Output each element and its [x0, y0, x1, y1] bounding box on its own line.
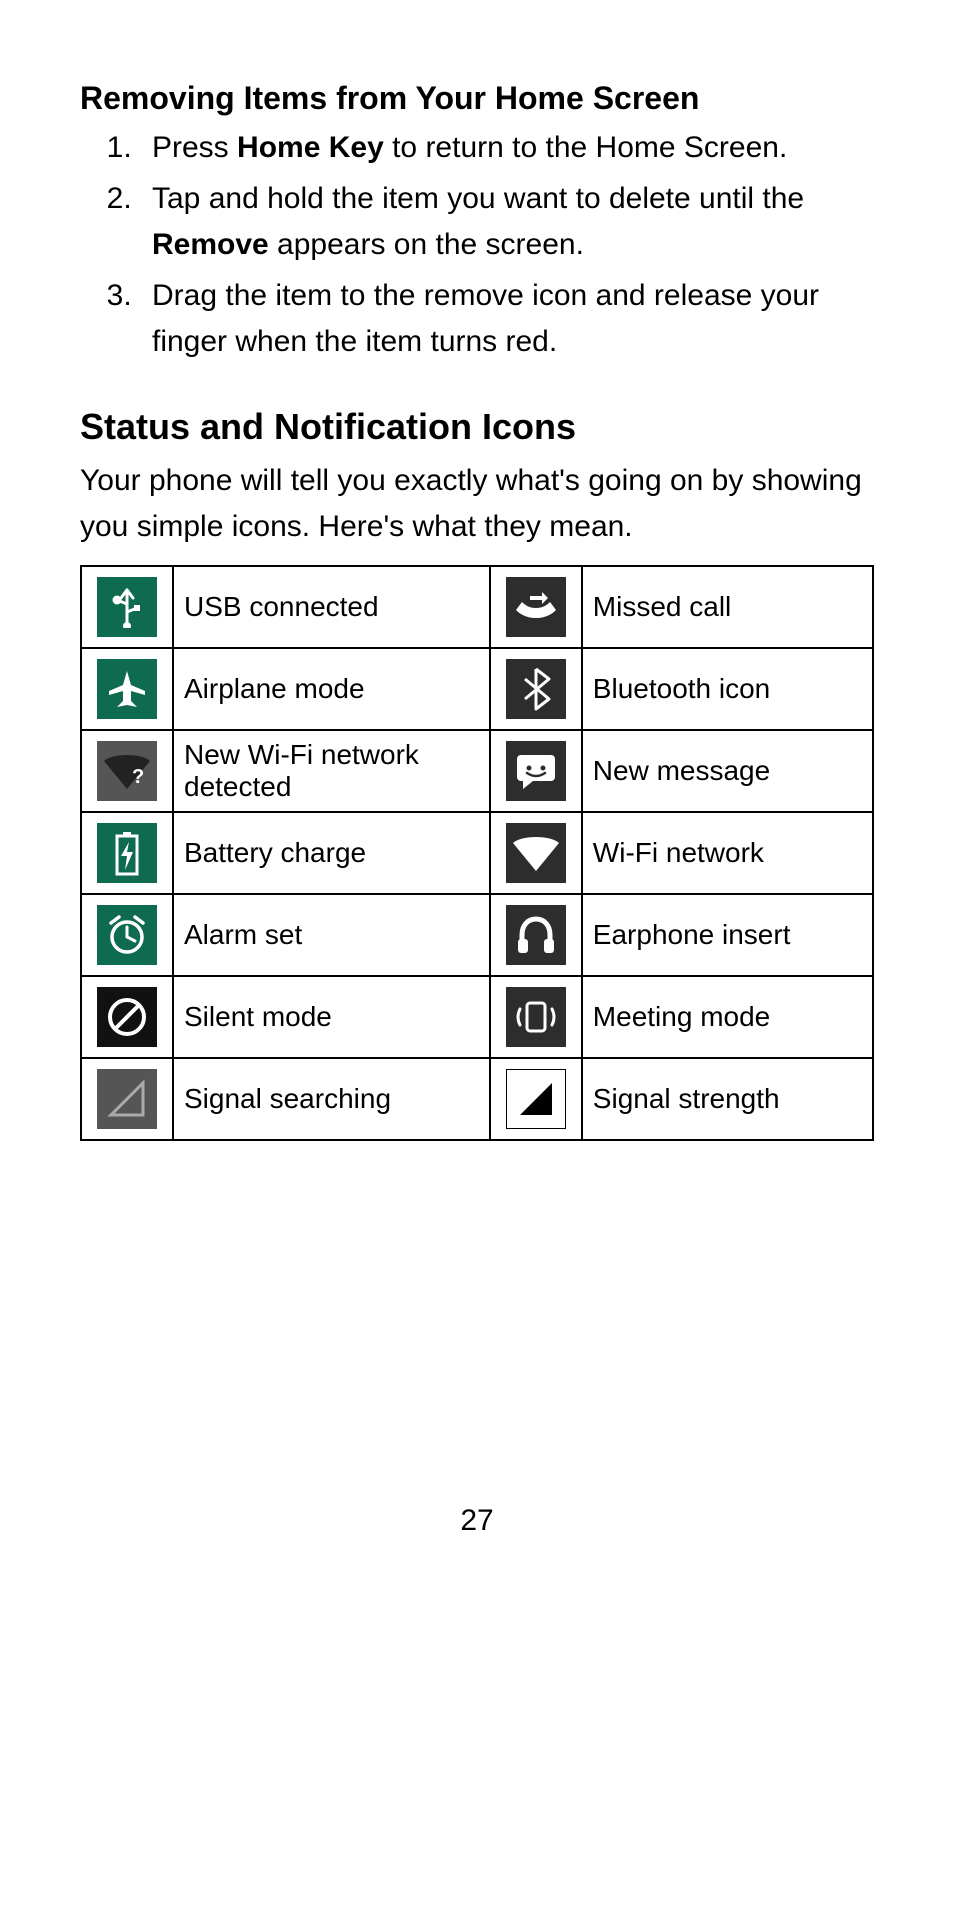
- icon-cell: [490, 1058, 582, 1140]
- icon-label: Missed call: [582, 566, 873, 648]
- icon-cell: ?: [81, 730, 173, 812]
- icon-label: Alarm set: [173, 894, 490, 976]
- step-1-bold: Home Key: [237, 131, 384, 164]
- icon-label: Signal strength: [582, 1058, 873, 1140]
- step-2: Tap and hold the item you want to delete…: [140, 176, 874, 269]
- section-title-removing: Removing Items from Your Home Screen: [80, 80, 874, 117]
- step-1-text-a: Press: [152, 131, 237, 164]
- icon-cell: [490, 894, 582, 976]
- airplane-icon: [97, 659, 157, 719]
- step-1-text-b: to return to the Home Screen.: [384, 131, 788, 164]
- usb-icon: [97, 577, 157, 637]
- battery-charge-icon: [97, 823, 157, 883]
- icon-cell: [81, 894, 173, 976]
- icon-cell: [81, 566, 173, 648]
- icon-cell: [490, 812, 582, 894]
- signal-strength-icon: [506, 1069, 566, 1129]
- icon-cell: [81, 976, 173, 1058]
- icon-cell: [490, 648, 582, 730]
- table-row: Alarm set Earphone insert: [81, 894, 873, 976]
- icon-label: New Wi-Fi network detected: [173, 730, 490, 812]
- table-row: Battery charge Wi-Fi network: [81, 812, 873, 894]
- icon-cell: [81, 1058, 173, 1140]
- table-row: Silent mode Meeting mode: [81, 976, 873, 1058]
- step-3-text: Drag the item to the remove icon and rel…: [152, 279, 819, 359]
- svg-text:?: ?: [132, 766, 144, 788]
- step-1: Press Home Key to return to the Home Scr…: [140, 125, 874, 172]
- page-number: 27: [460, 1504, 493, 1538]
- icon-label: Silent mode: [173, 976, 490, 1058]
- icon-cell: [81, 648, 173, 730]
- missed-call-icon: [506, 577, 566, 637]
- table-row: USB connected Missed call: [81, 566, 873, 648]
- bluetooth-icon: [506, 659, 566, 719]
- earphone-icon: [506, 905, 566, 965]
- signal-searching-icon: [97, 1069, 157, 1129]
- icon-label: Bluetooth icon: [582, 648, 873, 730]
- table-row: Airplane mode Bluetooth icon: [81, 648, 873, 730]
- step-3: Drag the item to the remove icon and rel…: [140, 273, 874, 366]
- icon-table: USB connected Missed call Airplane mode: [80, 565, 874, 1141]
- alarm-icon: [97, 905, 157, 965]
- icon-label: USB connected: [173, 566, 490, 648]
- meeting-mode-icon: [506, 987, 566, 1047]
- icon-label: Airplane mode: [173, 648, 490, 730]
- section-heading-status: Status and Notification Icons: [80, 406, 874, 448]
- step-2-text-a: Tap and hold the item you want to delete…: [152, 182, 804, 215]
- icon-cell: [490, 976, 582, 1058]
- new-message-icon: [506, 741, 566, 801]
- wifi-icon: [506, 823, 566, 883]
- step-2-bold: Remove: [152, 228, 269, 261]
- table-row: Signal searching Signal strength: [81, 1058, 873, 1140]
- icon-label: New message: [582, 730, 873, 812]
- icon-label: Wi-Fi network: [582, 812, 873, 894]
- silent-mode-icon: [97, 987, 157, 1047]
- icon-cell: [81, 812, 173, 894]
- icon-cell: [490, 566, 582, 648]
- section-intro: Your phone will tell you exactly what's …: [80, 458, 874, 551]
- icon-label: Battery charge: [173, 812, 490, 894]
- icon-label: Earphone insert: [582, 894, 873, 976]
- icon-label: Meeting mode: [582, 976, 873, 1058]
- icon-cell: [490, 730, 582, 812]
- document-page: Removing Items from Your Home Screen Pre…: [0, 0, 954, 1141]
- icon-label: Signal searching: [173, 1058, 490, 1140]
- step-2-text-b: appears on the screen.: [269, 228, 584, 261]
- wifi-detected-icon: ?: [97, 741, 157, 801]
- table-row: ? New Wi-Fi network detected New message: [81, 730, 873, 812]
- steps-list: Press Home Key to return to the Home Scr…: [80, 125, 874, 366]
